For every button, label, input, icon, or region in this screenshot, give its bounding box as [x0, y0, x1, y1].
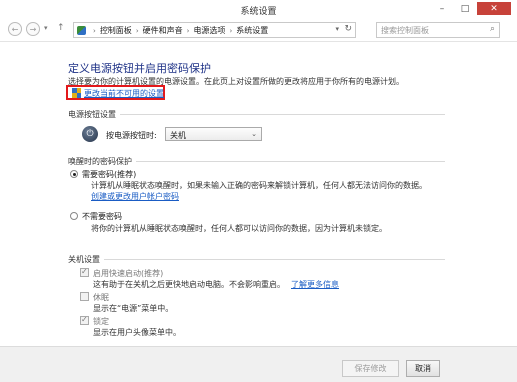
require-password-label[interactable]: 需要密码(推荐): [82, 169, 136, 180]
fast-startup-desc-text: 这有助于在关机之后更快地启动电脑。不会影响重启。: [93, 280, 285, 289]
no-password-desc: 将你的计算机从睡眠状态唤醒时，任何人都可以访问你的数据，因为计算机未锁定。: [91, 224, 387, 233]
section-wake-password: 唤醒时的密码保护: [68, 157, 132, 166]
page-title: 定义电源按钮并启用密码保护: [68, 62, 211, 75]
search-input[interactable]: 搜索控制面板 ⌕: [376, 22, 500, 38]
change-unavailable-settings-link[interactable]: 更改当前不可用的设置: [84, 88, 164, 99]
fast-startup-checkbox[interactable]: [80, 267, 89, 277]
minimize-button[interactable]: –: [431, 2, 453, 15]
breadcrumb-separator: ›: [229, 26, 233, 35]
section-divider: [136, 161, 445, 162]
close-button[interactable]: ✕: [477, 2, 511, 15]
lock-desc: 显示在用户头像菜单中。: [93, 328, 181, 337]
hibernate-checkbox[interactable]: [80, 292, 89, 301]
uac-shield-icon: [72, 88, 81, 98]
breadcrumb-system-settings[interactable]: 系统设置: [236, 25, 268, 36]
power-button-action-value: 关机: [170, 131, 186, 140]
hibernate-label: 休眠: [93, 293, 109, 302]
no-password-label[interactable]: 不需要密码: [82, 211, 122, 222]
section-shutdown: 关机设置: [68, 255, 100, 264]
breadcrumb-power-options[interactable]: 电源选项: [193, 25, 225, 36]
power-button-label: 按电源按钮时:: [106, 131, 157, 140]
lock-label: 锁定: [93, 317, 109, 326]
address-dropdown-icon[interactable]: ▾: [335, 25, 339, 33]
window-controls: – □ ✕: [431, 2, 511, 15]
power-button-action-select[interactable]: 关机 ⌄: [165, 127, 262, 141]
back-button[interactable]: ←: [8, 22, 22, 36]
section-divider: [104, 259, 445, 260]
main-content: 定义电源按钮并启用密码保护 选择要为你的计算机设置的电源设置。在此页上对设置所做…: [0, 43, 517, 346]
navigation-bar: ← → ▾ ↑ › 控制面板 › 硬件和声音 › 电源选项 › 系统设置 ▾ ↻…: [0, 18, 517, 42]
section-power-button: 电源按钮设置: [68, 110, 116, 119]
address-bar[interactable]: › 控制面板 › 硬件和声音 › 电源选项 › 系统设置 ▾ ↻: [73, 22, 356, 38]
title-bar: 系统设置 – □ ✕: [0, 0, 517, 18]
breadcrumb-control-panel[interactable]: 控制面板: [100, 25, 132, 36]
require-password-desc: 计算机从睡眠状态唤醒时，如果未输入正确的密码来解锁计算机，任何人都无法访问你的数…: [91, 181, 427, 190]
power-icon: ⏻: [82, 126, 98, 142]
section-divider: [120, 114, 445, 115]
breadcrumb-separator: ›: [93, 26, 96, 35]
no-password-radio[interactable]: [70, 212, 78, 220]
refresh-icon[interactable]: ↻: [344, 24, 352, 34]
change-account-password-link[interactable]: 创建或更改用户帐户密码: [91, 191, 179, 202]
footer-bar: 保存修改 取消: [0, 346, 517, 382]
search-icon[interactable]: ⌕: [490, 24, 495, 34]
require-password-radio[interactable]: [70, 170, 78, 178]
lock-checkbox[interactable]: [80, 315, 89, 325]
learn-more-link[interactable]: 了解更多信息: [291, 280, 339, 289]
fast-startup-desc: 这有助于在关机之后更快地启动电脑。不会影响重启。 了解更多信息: [93, 279, 339, 290]
breadcrumb: › 控制面板 › 硬件和声音 › 电源选项 › 系统设置: [77, 25, 268, 36]
search-placeholder: 搜索控制面板: [381, 26, 429, 35]
breadcrumb-separator: ›: [135, 26, 139, 35]
breadcrumb-hardware-sound[interactable]: 硬件和声音: [143, 25, 183, 36]
control-panel-icon: [77, 26, 86, 35]
hibernate-desc: 显示在“电源”菜单中。: [93, 304, 174, 313]
cancel-button[interactable]: 取消: [406, 360, 440, 377]
recent-pages-dropdown[interactable]: ▾: [44, 24, 48, 32]
chevron-down-icon: ⌄: [251, 130, 257, 138]
maximize-button[interactable]: □: [454, 2, 476, 15]
breadcrumb-separator: ›: [186, 26, 190, 35]
up-button[interactable]: ↑: [57, 23, 65, 33]
fast-startup-label: 启用快速启动(推荐): [93, 269, 164, 278]
save-changes-button[interactable]: 保存修改: [342, 360, 399, 377]
forward-button[interactable]: →: [26, 22, 40, 36]
